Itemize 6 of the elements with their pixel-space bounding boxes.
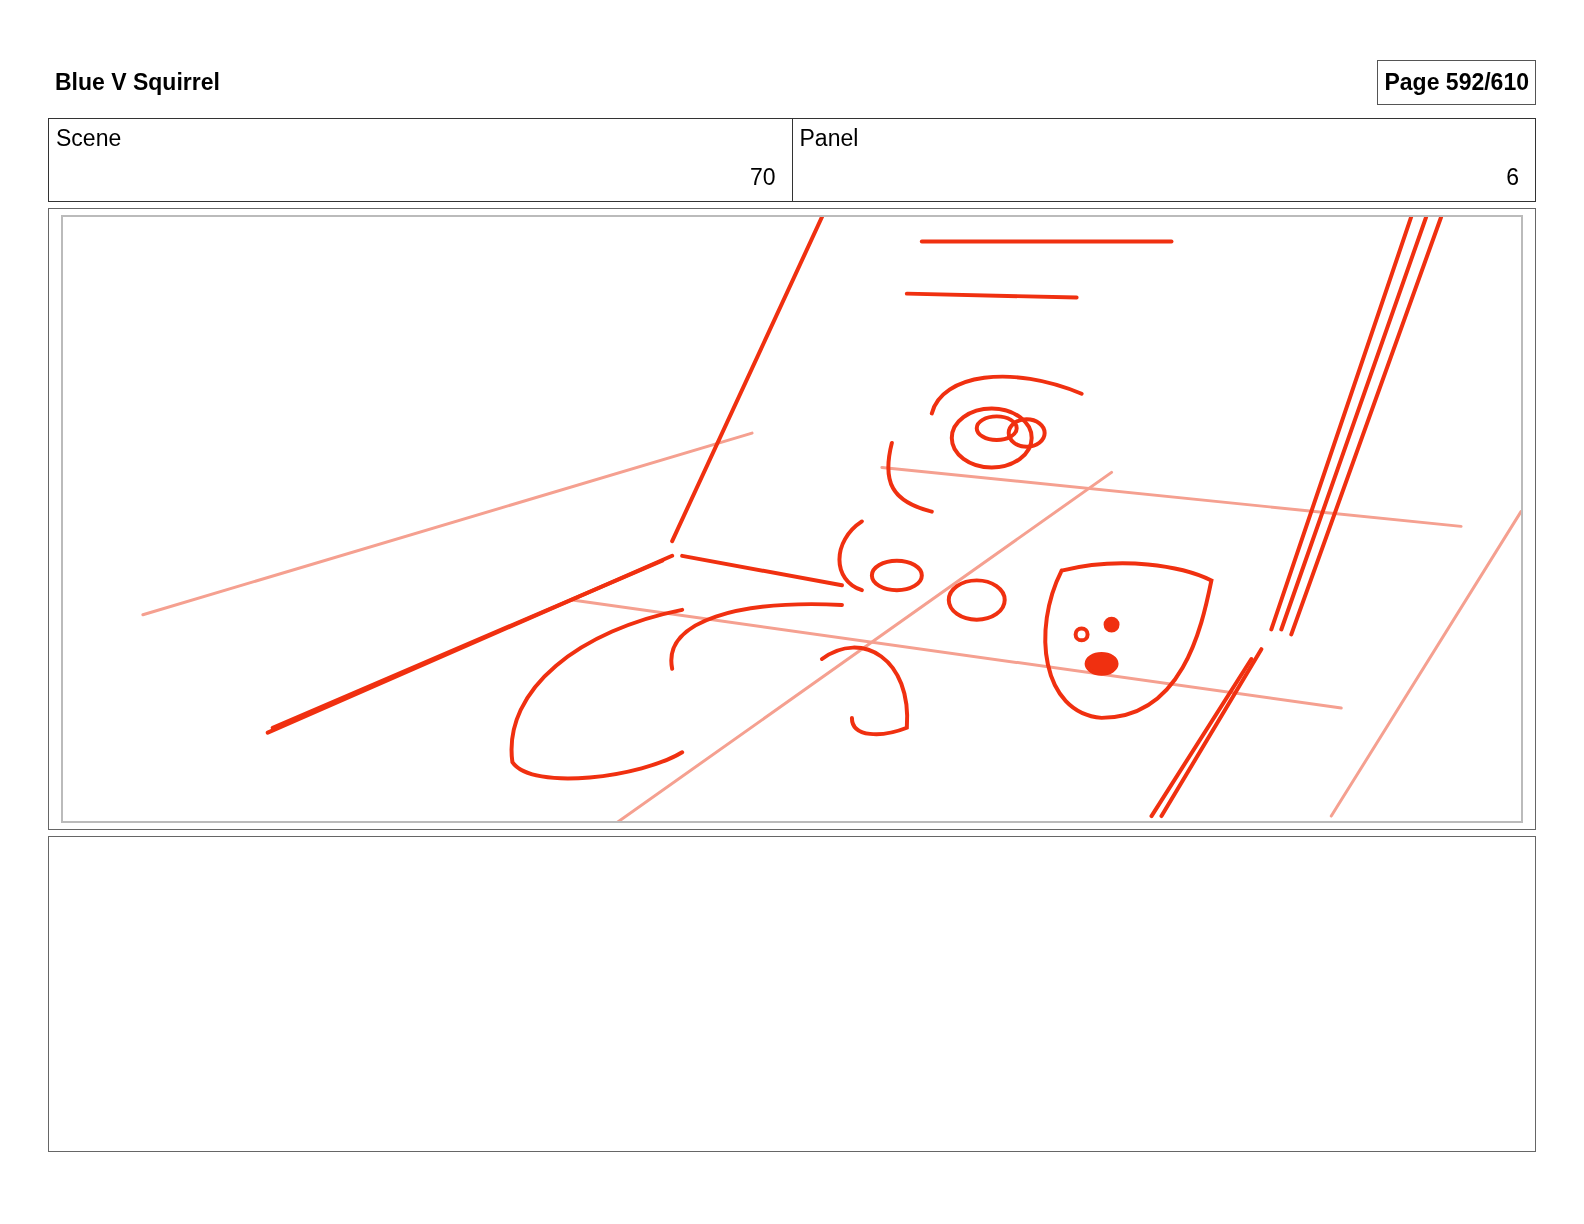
field-label: Scene xyxy=(56,125,123,152)
field-value: 6 xyxy=(1506,164,1519,191)
field-value: 70 xyxy=(749,164,776,191)
page-number: Page 592/610 xyxy=(1377,59,1536,105)
field-label: Panel xyxy=(799,125,860,152)
project-title: Blue V Squirrel xyxy=(54,68,220,96)
